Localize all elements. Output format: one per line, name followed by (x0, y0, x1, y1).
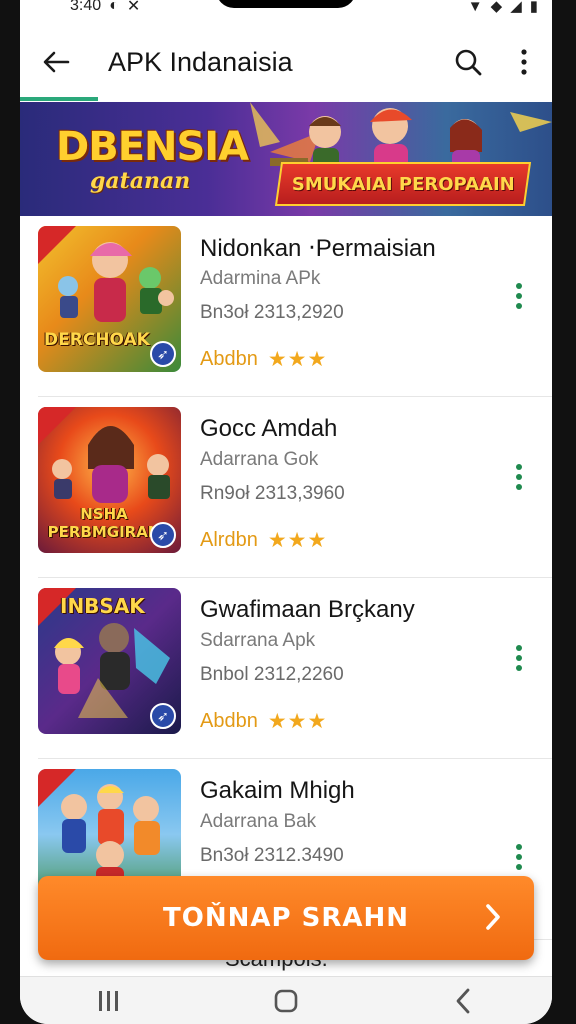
thumbnail-title: DERCHOAK (44, 330, 150, 350)
app-title: Gocc Amdah (200, 415, 338, 442)
banner-subtitle: gatanan (90, 168, 191, 194)
rating-label: Alrdbn (200, 529, 258, 551)
system-back-button[interactable] (423, 977, 503, 1024)
wifi-icon: ◆ (490, 0, 503, 15)
dot-icon (516, 645, 522, 651)
app-list: DERCHOAK ➶ Nidonkan ‧Permaisian Adarmina… (20, 216, 552, 940)
app-developer: Sdarrana Apk (200, 630, 316, 651)
app-developer: Adarrana Gok (200, 449, 319, 470)
dot-icon (516, 293, 522, 299)
home-button[interactable] (246, 977, 326, 1024)
rating-label: Abdbn (200, 710, 258, 732)
close-notification-icon: ✕ (126, 0, 141, 15)
download-cta-button[interactable]: TOŇNAP SRAHN (38, 876, 534, 960)
chevron-right-icon (486, 904, 500, 930)
star-rating-icon: ★★★ (267, 529, 328, 552)
app-thumbnail: DERCHOAK ➶ (38, 226, 181, 372)
app-developer: Adarrana Bak (200, 811, 317, 832)
thumbnail-corner-flag (38, 769, 76, 807)
play-badge-icon: ➶ (150, 341, 176, 367)
list-item[interactable]: DERCHOAK ➶ Nidonkan ‧Permaisian Adarmina… (38, 216, 552, 397)
app-title: Gakaim Mhigh (200, 777, 355, 804)
search-button[interactable] (440, 24, 496, 100)
app-size: Rn9oł 2313,3960 (200, 483, 345, 504)
app-bar: APK Indanaisia (20, 24, 552, 100)
notification-icon: ◐ (109, 0, 119, 14)
star-rating-icon: ★★★ (267, 710, 328, 733)
item-more-options-button[interactable] (504, 276, 534, 316)
star-rating-icon: ★★★ (267, 348, 328, 371)
more-vert-icon (521, 49, 527, 75)
thumbnail-title: INBSAK (60, 594, 145, 618)
home-icon (274, 989, 298, 1012)
banner-ribbon-text: SMUKAIAI PEROPAAIN (291, 173, 515, 195)
battery-icon: ▮ (529, 0, 538, 15)
dot-icon (516, 864, 522, 870)
dot-icon (516, 303, 522, 309)
more-options-button[interactable] (496, 24, 552, 100)
item-more-options-button[interactable] (504, 457, 534, 497)
app-developer: Adarmina APk (200, 268, 321, 289)
rating-label: Abdbn (200, 348, 258, 370)
signal-icon: ▼ (467, 0, 483, 15)
play-badge-icon: ➶ (150, 522, 176, 548)
status-time: 3:40 (70, 0, 102, 14)
app-size: Bnbol 2312,2260 (200, 664, 344, 685)
camera-notch (216, 0, 356, 8)
banner-title: DBENSIA (56, 124, 249, 170)
dot-icon (516, 474, 522, 480)
tab-indicator (20, 97, 98, 101)
page-title: APK Indanaisia (108, 46, 293, 77)
item-more-options-button[interactable] (504, 837, 534, 877)
back-arrow-icon (43, 51, 70, 73)
list-item[interactable]: INBSAK ➶ Gwafimaan Brçkany Sdarrana Apk … (38, 578, 552, 759)
system-nav-bar (20, 976, 552, 1024)
dot-icon (516, 283, 522, 289)
app-thumbnail: INBSAK ➶ (38, 588, 181, 734)
app-rating: Alrdbn ★★★ (200, 528, 327, 553)
screen: 3:40 ◐ ✕ ▼ ◆ ◢ ▮ APK Indanaisia DBENSIA … (20, 0, 552, 1024)
app-thumbnail: NSHA PERBMGIRAN ➶ (38, 407, 181, 553)
play-badge-icon: ➶ (150, 703, 176, 729)
app-rating: Abdbn ★★★ (200, 709, 327, 734)
app-title: Nidonkan ‧Permaisian (200, 235, 436, 262)
dot-icon (516, 484, 522, 490)
recents-icon (98, 990, 118, 1011)
dot-icon (516, 655, 522, 661)
thumbnail-corner-flag (38, 407, 76, 445)
recents-button[interactable] (69, 977, 149, 1024)
promo-banner[interactable]: DBENSIA gatanan SMUKAIAI PEROPAAIN (20, 102, 552, 216)
banner-ribbon: SMUKAIAI PEROPAAIN (274, 162, 532, 206)
app-title: Gwafimaan Brçkany (200, 596, 415, 623)
app-size: Bn3oł 2312.3490 (200, 845, 344, 866)
cellular-icon: ◢ (510, 0, 522, 15)
item-more-options-button[interactable] (504, 638, 534, 678)
phone-frame: 3:40 ◐ ✕ ▼ ◆ ◢ ▮ APK Indanaisia DBENSIA … (0, 0, 576, 1024)
dot-icon (516, 464, 522, 470)
search-icon (455, 49, 482, 76)
app-rating: Abdbn ★★★ (200, 347, 327, 372)
back-button[interactable] (20, 24, 92, 100)
list-item[interactable]: NSHA PERBMGIRAN ➶ Gocc Amdah Adarrana Go… (38, 397, 552, 578)
back-chevron-icon (456, 988, 470, 1013)
thumbnail-title: NSHA PERBMGIRAN (47, 505, 161, 541)
dot-icon (516, 665, 522, 671)
dot-icon (516, 844, 522, 850)
dot-icon (516, 854, 522, 860)
cta-label: TOŇNAP SRAHN (163, 903, 409, 933)
app-size: Bn3oł 2313,2920 (200, 302, 344, 323)
thumbnail-corner-flag (38, 226, 76, 264)
